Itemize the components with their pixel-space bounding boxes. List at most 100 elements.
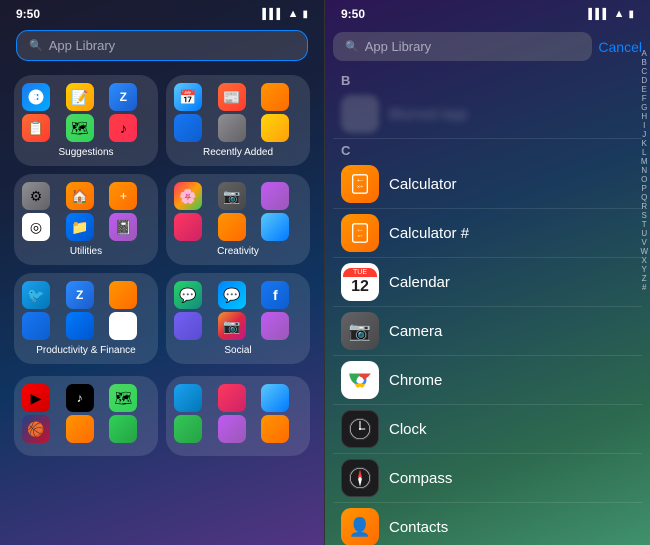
app-maps[interactable]: 🗺 bbox=[66, 114, 94, 142]
list-item-camera[interactable]: 📷 Camera bbox=[333, 307, 642, 356]
app-c6[interactable] bbox=[261, 213, 289, 241]
alpha-a[interactable]: A bbox=[640, 50, 648, 58]
alpha-j[interactable]: J bbox=[640, 131, 648, 139]
app-home[interactable]: 🏠 bbox=[66, 182, 94, 210]
app-p6[interactable] bbox=[109, 312, 137, 340]
app-br1[interactable] bbox=[174, 384, 202, 412]
app-r5[interactable] bbox=[218, 114, 246, 142]
app-messenger-s[interactable]: 💬 bbox=[218, 281, 246, 309]
cancel-button[interactable]: Cancel bbox=[598, 39, 642, 55]
app-tiktok-b[interactable]: ♪ bbox=[66, 384, 94, 412]
app-camera-c[interactable]: 📷 bbox=[218, 182, 246, 210]
alpha-d[interactable]: D bbox=[640, 77, 648, 85]
app-facebook-s[interactable]: f bbox=[261, 281, 289, 309]
alpha-x[interactable]: X bbox=[640, 257, 648, 265]
app-journal-u[interactable]: 📓 bbox=[109, 213, 137, 241]
folder-productivity[interactable]: 🐦 Z Productivity & Finance bbox=[14, 273, 158, 364]
folder-label-utilities: Utilities bbox=[22, 246, 150, 257]
alpha-g[interactable]: G bbox=[640, 104, 648, 112]
app-s6[interactable] bbox=[261, 312, 289, 340]
alpha-o[interactable]: O bbox=[640, 176, 648, 184]
folder-social[interactable]: 💬 💬 f 📷 Social bbox=[166, 273, 310, 364]
app-br3[interactable] bbox=[261, 384, 289, 412]
app-reeder[interactable]: 📰 bbox=[218, 83, 246, 111]
list-item-clock[interactable]: Clock bbox=[333, 405, 642, 454]
app-c5[interactable] bbox=[218, 213, 246, 241]
app-clips[interactable]: 📋 bbox=[22, 114, 50, 142]
app-whatsapp-s[interactable]: 💬 bbox=[174, 281, 202, 309]
list-item-blurred[interactable]: Blurred App bbox=[333, 90, 642, 139]
app-br2[interactable] bbox=[218, 384, 246, 412]
alpha-h[interactable]: H bbox=[640, 113, 648, 121]
list-item-calculator-hash[interactable]: +− ×÷ Calculator # bbox=[333, 209, 642, 258]
app-youtube-b[interactable]: ▶ bbox=[22, 384, 50, 412]
search-bar-right[interactable]: 🔍 App Library bbox=[333, 32, 592, 61]
alpha-hash[interactable]: # bbox=[640, 284, 648, 292]
app-zoom-p[interactable]: Z bbox=[66, 281, 94, 309]
alpha-t[interactable]: T bbox=[640, 221, 648, 229]
app-b5[interactable] bbox=[66, 415, 94, 443]
app-twitter-p[interactable]: 🐦 bbox=[22, 281, 50, 309]
alpha-p[interactable]: P bbox=[640, 185, 648, 193]
folder-recently-added[interactable]: 📅 📰 Recently Added bbox=[166, 75, 310, 166]
app-p3[interactable] bbox=[109, 281, 137, 309]
alpha-m[interactable]: M bbox=[640, 158, 648, 166]
app-c3[interactable] bbox=[261, 182, 289, 210]
app-fantastical[interactable]: 📅 bbox=[174, 83, 202, 111]
alpha-i[interactable]: I bbox=[640, 122, 648, 130]
app-br4[interactable] bbox=[174, 415, 202, 443]
app-p5[interactable] bbox=[66, 312, 94, 340]
app-photos-c[interactable]: 🌸 bbox=[174, 182, 202, 210]
alpha-u[interactable]: U bbox=[640, 230, 648, 238]
app-chrome-u[interactable]: ◎ bbox=[22, 213, 50, 241]
app-c4[interactable] bbox=[174, 213, 202, 241]
alpha-f[interactable]: F bbox=[640, 95, 648, 103]
app-r4[interactable] bbox=[174, 114, 202, 142]
alpha-c[interactable]: C bbox=[640, 68, 648, 76]
alpha-v[interactable]: V bbox=[640, 239, 648, 247]
app-br6[interactable] bbox=[261, 415, 289, 443]
app-notes[interactable]: 📝 bbox=[66, 83, 94, 111]
folder-label-creativity: Creativity bbox=[174, 246, 302, 257]
alphabet-index[interactable]: A B C D E F G H I J K L M N O P Q R S T … bbox=[640, 50, 648, 292]
alpha-s[interactable]: S bbox=[640, 212, 648, 220]
list-item-compass[interactable]: Compass bbox=[333, 454, 642, 503]
app-r3[interactable] bbox=[261, 83, 289, 111]
app-zoom[interactable]: Z bbox=[109, 83, 137, 111]
list-item-calculator[interactable]: +− ×÷ Calculator bbox=[333, 160, 642, 209]
folder-utilities[interactable]: ⚙ 🏠 + ◎ 📁 📓 Utilities bbox=[14, 174, 158, 265]
app-br5[interactable] bbox=[218, 415, 246, 443]
alpha-y[interactable]: Y bbox=[640, 266, 648, 274]
alpha-e[interactable]: E bbox=[640, 86, 648, 94]
app-files-u[interactable]: 📁 bbox=[66, 213, 94, 241]
alpha-b[interactable]: B bbox=[640, 59, 648, 67]
alpha-l[interactable]: L bbox=[640, 149, 648, 157]
alpha-z[interactable]: Z bbox=[640, 275, 648, 283]
app-calculator-u[interactable]: + bbox=[109, 182, 137, 210]
chrome-label: Chrome bbox=[389, 372, 442, 389]
app-appstore[interactable] bbox=[22, 83, 50, 111]
alpha-r[interactable]: R bbox=[640, 203, 648, 211]
app-instagram-s[interactable]: 📷 bbox=[218, 312, 246, 340]
alpha-w[interactable]: W bbox=[640, 248, 648, 256]
folder-suggestions[interactable]: 📝 Z 📋 🗺 ♪ Suggestions bbox=[14, 75, 158, 166]
app-s4[interactable] bbox=[174, 312, 202, 340]
list-item-chrome[interactable]: Chrome bbox=[333, 356, 642, 405]
app-maps-b[interactable]: 🗺 bbox=[109, 384, 137, 412]
time-right: 9:50 bbox=[341, 7, 365, 21]
list-item-calendar[interactable]: TUE 12 Calendar bbox=[333, 258, 642, 307]
folder-creativity[interactable]: 🌸 📷 Creativity bbox=[166, 174, 310, 265]
app-music[interactable]: ♪ bbox=[109, 114, 137, 142]
alpha-n[interactable]: N bbox=[640, 167, 648, 175]
folder-bottom-left[interactable]: ▶ ♪ 🗺 🏀 bbox=[14, 376, 158, 456]
alpha-q[interactable]: Q bbox=[640, 194, 648, 202]
app-settings[interactable]: ⚙ bbox=[22, 182, 50, 210]
alpha-k[interactable]: K bbox=[640, 140, 648, 148]
folder-bottom-right[interactable] bbox=[166, 376, 310, 456]
app-p4[interactable] bbox=[22, 312, 50, 340]
app-b6[interactable] bbox=[109, 415, 137, 443]
app-r6[interactable] bbox=[261, 114, 289, 142]
search-bar-left[interactable]: 🔍 App Library bbox=[16, 30, 308, 61]
list-item-contacts[interactable]: 👤 Contacts bbox=[333, 503, 642, 545]
app-nba-b[interactable]: 🏀 bbox=[22, 415, 50, 443]
